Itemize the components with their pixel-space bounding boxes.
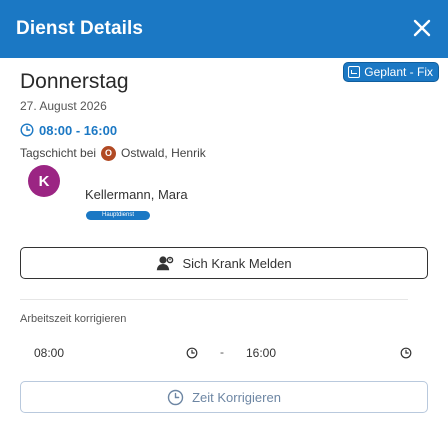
dialog-title: Dienst Details xyxy=(16,18,144,39)
sick-report-label: Sich Krank Melden xyxy=(182,255,292,271)
correct-time-label: Zeit Korrigieren xyxy=(192,389,281,405)
supervisor-avatar: O xyxy=(101,145,117,161)
time-range-separator: - xyxy=(220,345,224,359)
status-badge: Geplant - Fix xyxy=(344,63,438,81)
shift-type-label: Tagschicht bei xyxy=(20,146,97,160)
shift-type-row: Tagschicht bei O Ostwald, Henrik xyxy=(20,145,206,161)
sick-report-button[interactable]: Sich Krank Melden xyxy=(20,247,428,279)
supervisor-name: Ostwald, Henrik xyxy=(121,146,206,160)
end-time-value: 16:00 xyxy=(246,346,277,360)
clock-icon[interactable] xyxy=(400,347,412,359)
clock-icon xyxy=(20,123,34,137)
start-time-value: 08:00 xyxy=(34,346,65,360)
avatar: K xyxy=(28,165,60,197)
dialog-header: Dienst Details xyxy=(0,0,448,58)
person-name: Kellermann, Mara xyxy=(85,187,188,202)
divider xyxy=(20,299,408,300)
end-time-input[interactable]: 16:00 xyxy=(246,343,412,363)
shift-time: 08:00 - 16:00 xyxy=(39,122,118,138)
shift-time-row: 08:00 - 16:00 xyxy=(20,122,117,138)
correct-time-button[interactable]: Zeit Korrigieren xyxy=(20,381,428,413)
clock-icon xyxy=(167,389,184,405)
start-time-input[interactable]: 08:00 xyxy=(34,343,198,363)
close-icon[interactable] xyxy=(412,18,432,38)
shift-day: Donnerstag xyxy=(20,70,129,93)
clock-icon[interactable] xyxy=(186,347,198,359)
user-sick-icon xyxy=(157,256,174,271)
role-badge: Hauptdienst xyxy=(86,211,150,220)
shift-date: 27. August 2026 xyxy=(20,99,107,113)
correction-section-label: Arbeitszeit korrigieren xyxy=(20,313,127,325)
shift-details-dialog: Dienst Details Donnerstag Geplant - Fix … xyxy=(0,0,448,435)
calendar-check-icon xyxy=(348,66,361,78)
status-badge-label: Geplant - Fix xyxy=(364,65,433,79)
